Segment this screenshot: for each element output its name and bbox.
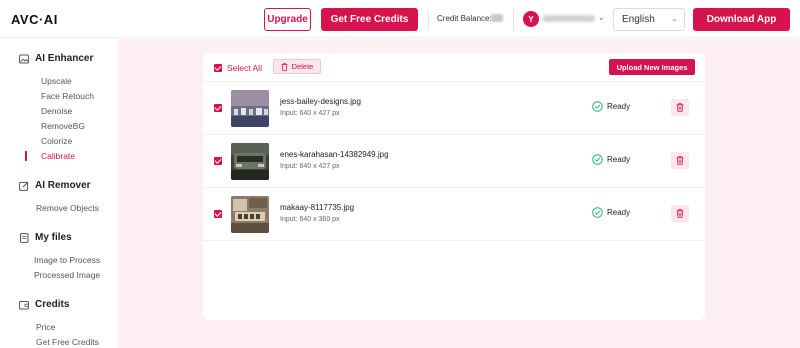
trash-icon <box>676 156 684 165</box>
delete-file-button[interactable] <box>671 205 689 222</box>
upload-new-images-button[interactable]: Upload New Images <box>609 59 695 75</box>
divider <box>513 10 514 30</box>
status-text: Ready <box>607 208 631 217</box>
logo[interactable]: AVC·AI <box>11 12 58 27</box>
sidebar-item-get-free-credits[interactable]: Get Free Credits <box>36 337 99 347</box>
sidebar-item-remove-objects[interactable]: Remove Objects <box>36 203 99 213</box>
sidebar: AI Enhancer Upscale Face Retouch Denoise… <box>0 39 118 348</box>
top-header: AVC·AI Upgrade Get Free Credits Credit B… <box>0 0 800 38</box>
row-checkbox[interactable] <box>214 104 222 112</box>
file-name: enes-karahasan-14382949.jpg <box>280 150 389 159</box>
row-checkbox[interactable] <box>214 210 222 218</box>
sidebar-section-my-files[interactable]: My files <box>19 232 72 243</box>
credit-balance-value-redacted <box>491 14 503 22</box>
chevron-down-icon[interactable]: ⌄ <box>598 13 605 22</box>
user-email-redacted[interactable] <box>543 15 595 22</box>
section-title: AI Enhancer <box>35 53 94 64</box>
sidebar-section-ai-remover[interactable]: AI Remover <box>19 180 91 191</box>
check-circle-icon <box>592 154 603 165</box>
divider <box>428 10 429 30</box>
sidebar-item-denoise[interactable]: Denoise <box>41 106 72 116</box>
language-select[interactable]: English ⌄ <box>613 8 685 31</box>
files-icon <box>20 232 29 243</box>
delete-file-button[interactable] <box>671 99 689 116</box>
edit-icon <box>19 181 29 191</box>
status-badge: Ready <box>592 154 630 165</box>
file-thumbnail[interactable] <box>231 90 269 127</box>
credit-balance-label: Credit Balance: <box>437 14 492 23</box>
file-dimensions: Input: 640 x 427 px <box>280 110 340 117</box>
trash-icon <box>676 103 684 112</box>
sidebar-item-upscale[interactable]: Upscale <box>41 76 72 86</box>
file-name: makaay-8117735.jpg <box>280 203 355 212</box>
image-icon <box>19 54 29 63</box>
status-text: Ready <box>607 102 631 111</box>
select-all-label: Select All <box>227 63 262 73</box>
section-title: AI Remover <box>35 180 91 191</box>
file-thumbnail[interactable] <box>231 143 269 180</box>
file-toolbar: Select All Delete Upload New Images <box>203 53 705 82</box>
language-value: English <box>622 14 655 25</box>
trash-icon <box>676 209 684 218</box>
delete-button[interactable]: Delete <box>273 59 321 74</box>
row-checkbox[interactable] <box>214 157 222 165</box>
file-dimensions: Input: 640 x 360 px <box>280 216 340 223</box>
sidebar-item-removebg[interactable]: RemoveBG <box>41 121 85 131</box>
file-row: makaay-8117735.jpg Input: 640 x 360 px R… <box>203 188 705 241</box>
section-title: Credits <box>35 299 70 310</box>
check-circle-icon <box>592 101 603 112</box>
select-all-checkbox[interactable]: Select All <box>214 63 262 73</box>
avatar[interactable]: Y <box>523 11 539 27</box>
download-app-button[interactable]: Download App <box>693 8 790 31</box>
sidebar-item-calibrate[interactable]: Calibrate <box>41 151 75 161</box>
sidebar-item-face-retouch[interactable]: Face Retouch <box>41 91 94 101</box>
check-circle-icon <box>592 207 603 218</box>
file-row: jess-bailey-designs.jpg Input: 640 x 427… <box>203 82 705 135</box>
active-indicator <box>25 151 27 161</box>
get-free-credits-button[interactable]: Get Free Credits <box>321 8 418 31</box>
chevron-down-icon: ⌄ <box>671 14 678 23</box>
file-dimensions: Input: 640 x 427 px <box>280 163 340 170</box>
sidebar-item-price[interactable]: Price <box>36 322 55 332</box>
status-badge: Ready <box>592 207 630 218</box>
upgrade-button[interactable]: Upgrade <box>264 8 311 31</box>
sidebar-section-credits[interactable]: Credits <box>19 299 69 310</box>
wallet-icon <box>19 300 29 309</box>
sidebar-item-image-to-process[interactable]: Image to Process <box>34 255 100 265</box>
file-list-card: Select All Delete Upload New Images jess… <box>203 53 705 320</box>
file-name: jess-bailey-designs.jpg <box>280 97 361 106</box>
sidebar-section-ai-enhancer[interactable]: AI Enhancer <box>19 53 93 64</box>
delete-file-button[interactable] <box>671 152 689 169</box>
delete-label: Delete <box>291 62 314 71</box>
section-title: My files <box>35 232 72 243</box>
status-text: Ready <box>607 155 631 164</box>
sidebar-item-processed-image[interactable]: Processed Image <box>34 270 100 280</box>
sidebar-item-colorize[interactable]: Colorize <box>41 136 72 146</box>
trash-icon <box>281 62 288 71</box>
file-thumbnail[interactable] <box>231 196 269 233</box>
status-badge: Ready <box>592 101 630 112</box>
main-content: Select All Delete Upload New Images jess… <box>118 39 800 348</box>
file-row: enes-karahasan-14382949.jpg Input: 640 x… <box>203 135 705 188</box>
checkbox-checked-icon <box>214 64 222 72</box>
